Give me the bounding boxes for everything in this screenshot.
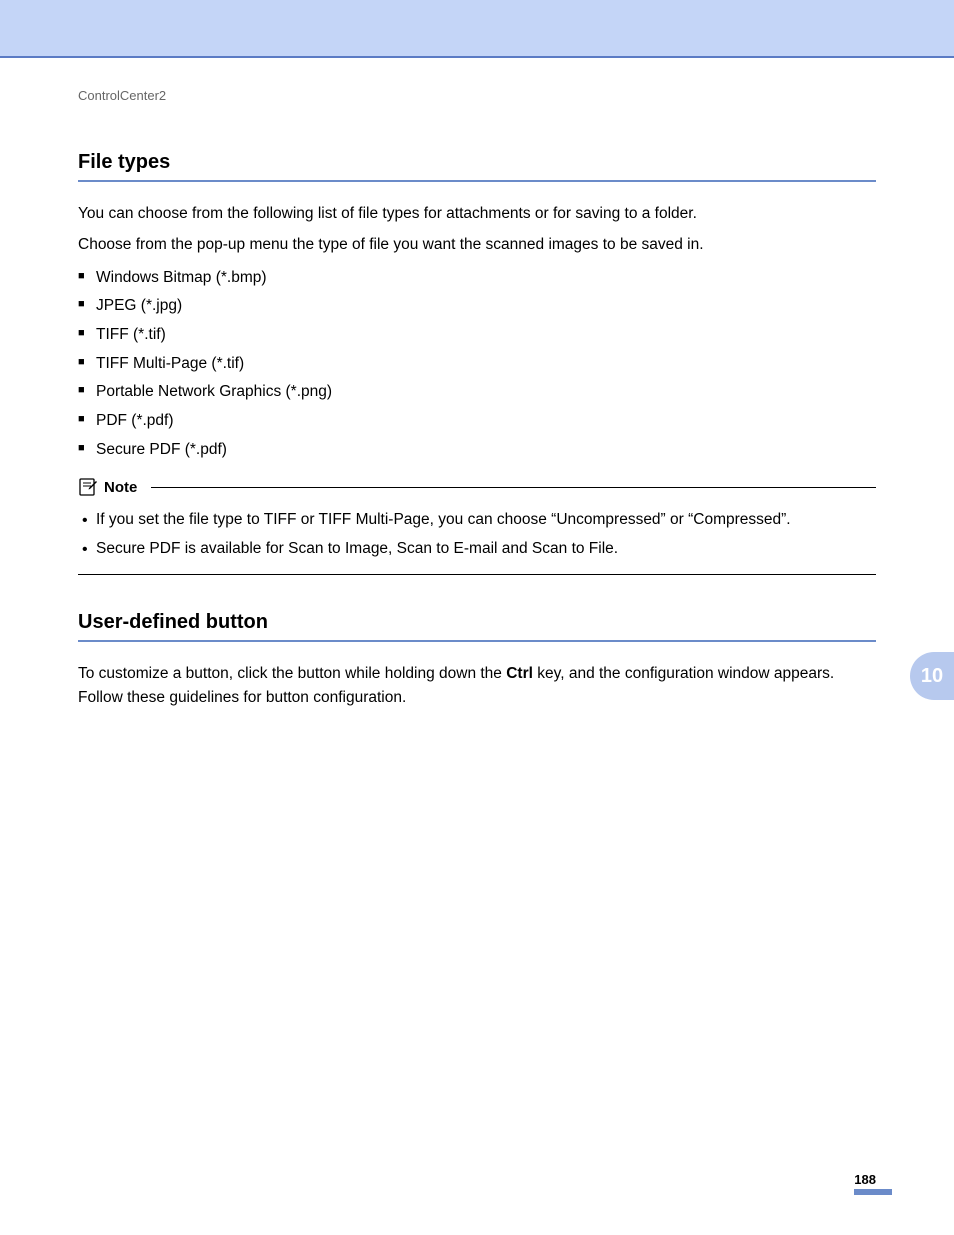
note-icon <box>78 478 98 496</box>
heading-user-defined-button: User-defined button <box>78 611 876 642</box>
note-item: Secure PDF is available for Scan to Imag… <box>78 535 876 564</box>
list-item: Windows Bitmap (*.bmp) <box>78 264 876 293</box>
breadcrumb: ControlCenter2 <box>78 88 876 103</box>
page-number-underline <box>854 1189 892 1195</box>
list-item: Portable Network Graphics (*.png) <box>78 378 876 407</box>
list-item: PDF (*.pdf) <box>78 407 876 436</box>
list-item: TIFF Multi-Page (*.tif) <box>78 350 876 379</box>
note-item: If you set the file type to TIFF or TIFF… <box>78 506 876 535</box>
list-item: Secure PDF (*.pdf) <box>78 436 876 465</box>
para-text: To customize a button, click the button … <box>78 665 506 682</box>
page-content: ControlCenter2 File types You can choose… <box>0 58 954 710</box>
list-item: JPEG (*.jpg) <box>78 292 876 321</box>
file-types-intro-1: You can choose from the following list o… <box>78 202 876 227</box>
note-label: Note <box>104 479 137 496</box>
user-defined-description: To customize a button, click the button … <box>78 662 876 710</box>
note-divider-top <box>151 487 876 488</box>
page-number: 188 <box>854 1172 876 1187</box>
chapter-tab: 10 <box>910 652 954 700</box>
note-items: If you set the file type to TIFF or TIFF… <box>78 506 876 563</box>
file-types-intro-2: Choose from the pop-up menu the type of … <box>78 233 876 258</box>
note-divider-bottom <box>78 574 876 575</box>
heading-file-types: File types <box>78 151 876 182</box>
top-header-bar <box>0 0 954 58</box>
ctrl-key-label: Ctrl <box>506 665 533 682</box>
note-header: Note <box>78 478 876 496</box>
file-types-list: Windows Bitmap (*.bmp) JPEG (*.jpg) TIFF… <box>78 264 876 465</box>
list-item: TIFF (*.tif) <box>78 321 876 350</box>
note-box: Note If you set the file type to TIFF or… <box>78 478 876 574</box>
